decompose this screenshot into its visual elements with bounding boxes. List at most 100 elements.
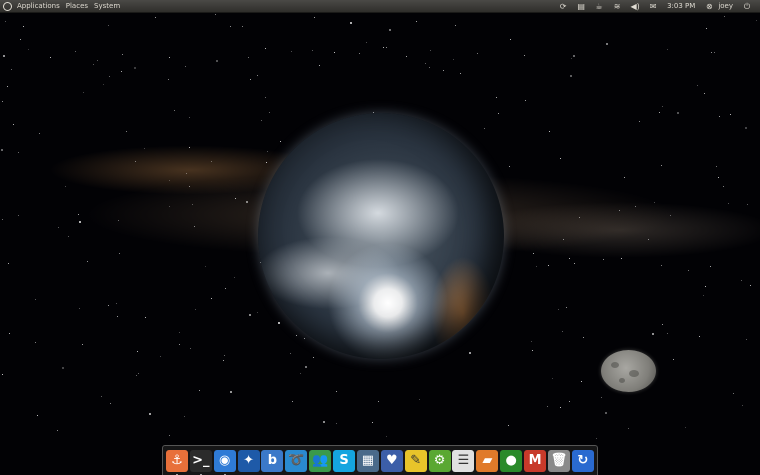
dock-item-terminal[interactable]: >_ [189, 449, 212, 475]
star [524, 55, 525, 56]
dock-item-gmail[interactable]: M [524, 449, 547, 472]
star [455, 25, 456, 26]
star [68, 236, 69, 237]
star [291, 51, 292, 52]
star [28, 49, 29, 50]
dock-item-system-monitor[interactable]: ▦ [356, 449, 379, 472]
star [710, 266, 711, 267]
star [469, 352, 471, 354]
clock[interactable]: 3:03 PM [667, 0, 695, 13]
star [235, 198, 236, 199]
star [661, 165, 662, 166]
star [603, 259, 604, 260]
star [366, 42, 367, 43]
star [416, 21, 417, 22]
star [122, 54, 123, 55]
dock-item-skype[interactable]: S [333, 449, 356, 472]
dock-item-file-manager[interactable]: ▰ [476, 449, 499, 472]
star [108, 305, 109, 306]
star [312, 50, 313, 51]
dock-item-empathy[interactable]: 👥 [309, 449, 332, 472]
user-name[interactable]: joey [718, 0, 733, 13]
dock-item-ubuntu-one[interactable]: ♥ [380, 449, 403, 472]
desktop[interactable]: Applications Places System ⟳ ▤ ☕ ≋ ◀) ✉ … [0, 0, 760, 475]
star [596, 438, 597, 439]
menu-applications[interactable]: Applications [17, 0, 60, 13]
gmail-icon: M [528, 453, 542, 468]
star [292, 401, 293, 402]
star [639, 121, 640, 122]
dock-item-chromium[interactable]: ◉ [213, 449, 236, 475]
star [573, 55, 575, 57]
ubuntu-one-icon: ♥ [385, 453, 398, 468]
star [23, 26, 24, 27]
update-notifier-icon[interactable]: ⟳ [557, 1, 569, 12]
dock-item-awn-manager[interactable]: ⚓ [165, 449, 188, 475]
star [750, 285, 751, 286]
star [383, 47, 384, 48]
star [425, 63, 426, 64]
dock-item-blogilo[interactable]: b [261, 449, 284, 472]
dock-item-pidgin[interactable]: ✦ [237, 449, 260, 472]
notes-icon[interactable]: ▤ [575, 1, 587, 12]
coffee-icon[interactable]: ☕ [593, 1, 605, 12]
volume-icon[interactable]: ◀) [629, 1, 641, 12]
star [280, 141, 281, 142]
refresh-icon: ↻ [577, 453, 589, 468]
dock-item-trash[interactable]: 🗑 [547, 449, 570, 472]
star [673, 359, 674, 360]
inkscape-swirl-icon: ➰ [288, 453, 305, 468]
star [179, 332, 180, 333]
menu-places[interactable]: Places [66, 0, 88, 13]
star [719, 116, 720, 117]
chromium-icon: ◉ [219, 453, 231, 468]
star [205, 266, 206, 267]
star [290, 353, 291, 354]
star [336, 391, 337, 392]
star [186, 173, 187, 174]
ubuntu-logo-icon[interactable] [3, 1, 12, 11]
star [126, 131, 127, 132]
notes-icon: ✎ [410, 453, 422, 468]
terminal-icon: >_ [192, 453, 210, 468]
star [716, 166, 717, 167]
mail-icon[interactable]: ✉ [647, 1, 659, 12]
star [566, 307, 567, 308]
star [525, 100, 526, 101]
star [699, 336, 700, 337]
star [549, 131, 550, 132]
star [9, 333, 10, 334]
star [50, 57, 51, 58]
star [648, 239, 649, 240]
dock-item-refresh[interactable]: ↻ [571, 449, 594, 472]
dock-item-text-editor[interactable]: ☰ [452, 449, 475, 472]
star [169, 180, 170, 181]
star [319, 65, 320, 66]
star [79, 221, 81, 223]
star [304, 338, 305, 339]
dock-item-inkscape-swirl[interactable]: ➰ [285, 449, 308, 472]
star [35, 299, 36, 300]
star [155, 17, 156, 18]
star [508, 425, 509, 426]
star [2, 219, 3, 220]
panel-menus: Applications Places System [0, 0, 126, 13]
star [108, 25, 109, 26]
star [300, 373, 301, 374]
dock-item-software-center[interactable]: ⚙ [428, 449, 451, 472]
menu-system[interactable]: System [94, 0, 120, 13]
wifi-icon[interactable]: ≋ [611, 1, 623, 12]
power-icon[interactable]: ⏻ [741, 1, 753, 12]
dock-item-rhythmbox[interactable]: ● [500, 449, 523, 472]
star [569, 401, 570, 402]
star [652, 333, 654, 335]
star [138, 373, 139, 374]
star [579, 217, 580, 218]
star [581, 381, 582, 382]
star [2, 374, 3, 375]
star [378, 401, 379, 402]
star [5, 21, 6, 22]
dock-item-notes[interactable]: ✎ [404, 449, 427, 472]
star [628, 428, 629, 429]
user-status-icon[interactable]: ⊗ [703, 1, 715, 12]
